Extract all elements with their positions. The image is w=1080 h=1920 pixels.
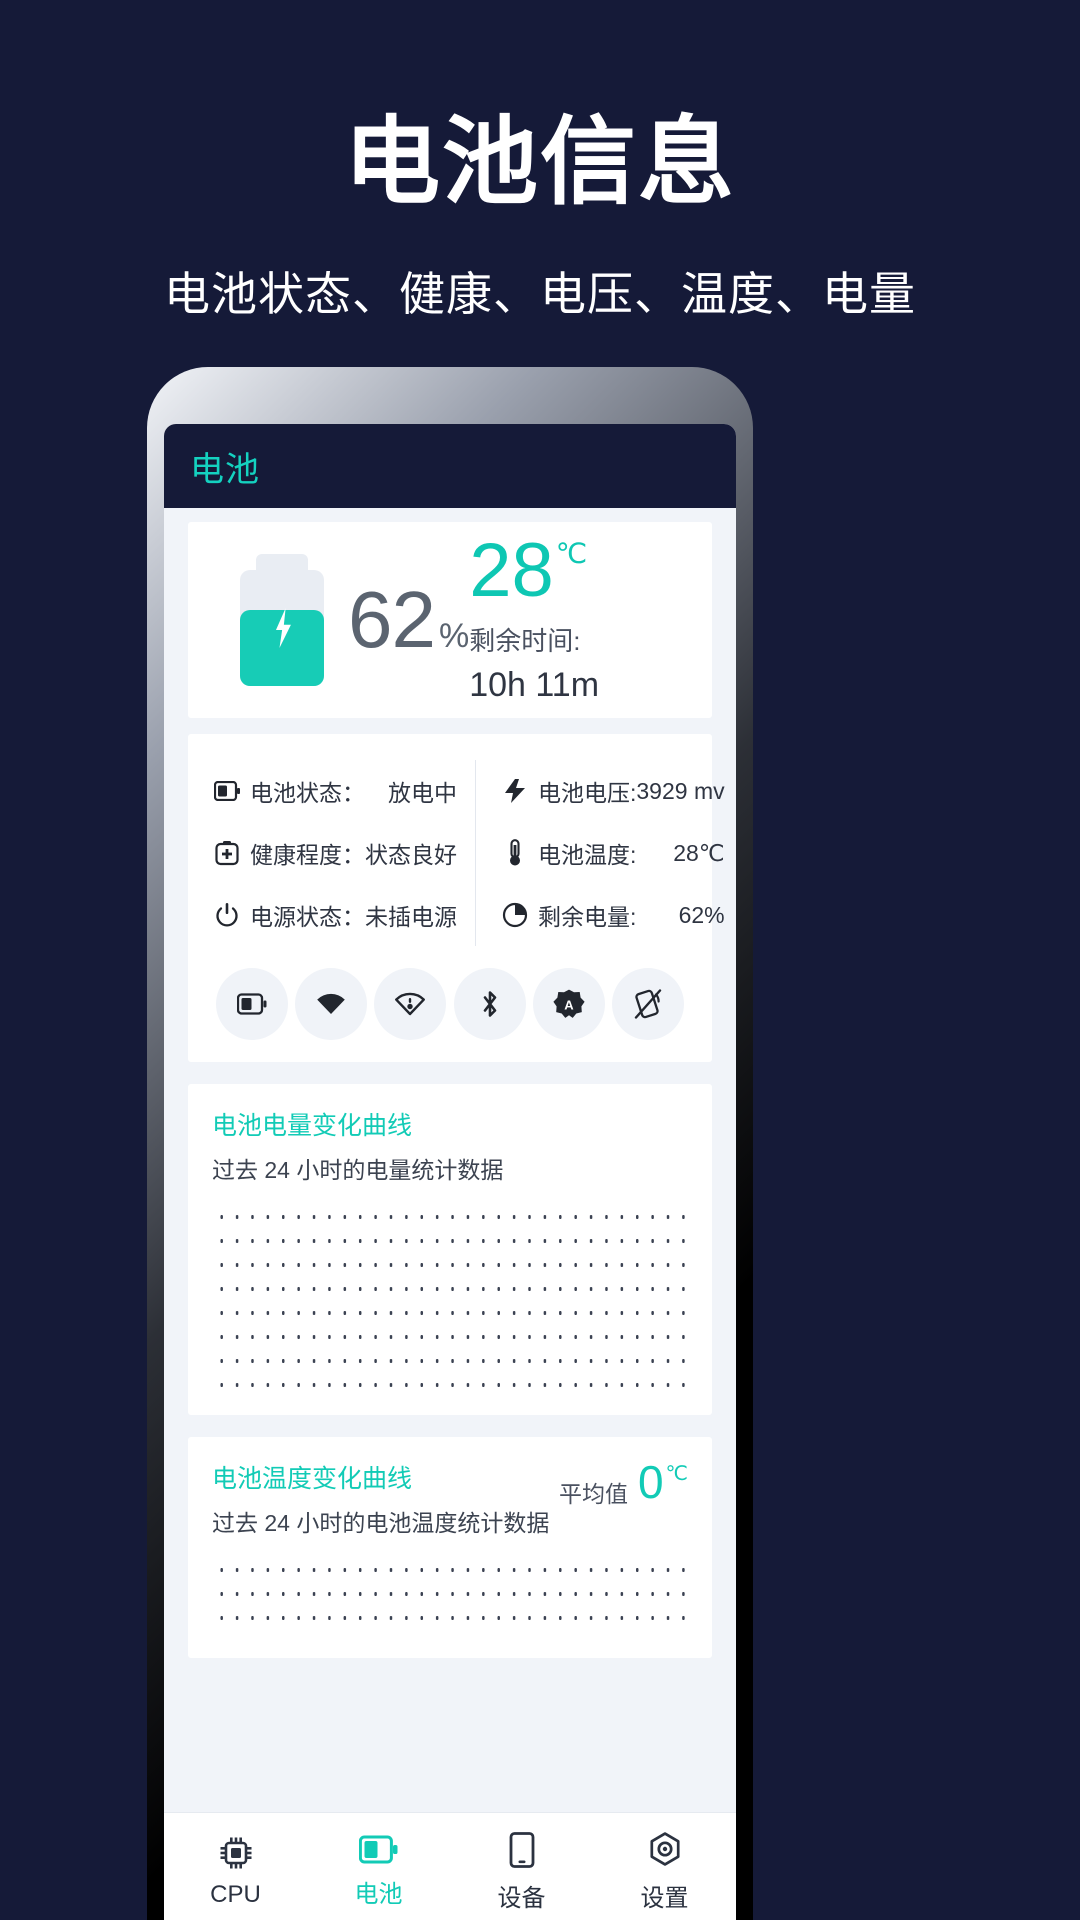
page-subtitle: 电池状态、健康、电压、温度、电量: [164, 268, 916, 320]
settings-icon: [646, 1831, 684, 1869]
average-label: 平均值: [558, 1481, 628, 1507]
svg-text:A: A: [564, 998, 574, 1013]
battery-temperature-plot: [212, 1554, 688, 1640]
chart-title: 电池电量变化曲线: [212, 1112, 413, 1140]
detail-row: 电池温度: 28℃: [498, 822, 725, 884]
temperature-value: 28: [469, 527, 554, 613]
phone-mockup: 电池 62 % 28 ℃ 剩余时间: 10h 11m 电池状态： 放电中 健康程…: [147, 367, 753, 1920]
thermometer-icon: [498, 838, 532, 868]
page-title: 电池信息: [344, 109, 736, 216]
nav-label: CPU: [210, 1881, 261, 1908]
battery-percent-symbol: %: [438, 617, 470, 655]
battery-icon: [358, 1835, 399, 1865]
rotation-lock-toggle[interactable]: [611, 968, 684, 1040]
battery-temperature-chart-card: 电池温度变化曲线 过去 24 小时的电池温度统计数据 平均值 0 ℃: [188, 1437, 712, 1658]
detail-row: 健康程度： 状态良好: [210, 822, 457, 884]
average-unit: ℃: [665, 1463, 688, 1485]
detail-value: 未插电源: [365, 904, 457, 930]
remaining-time-value: 10h 11m: [469, 666, 600, 705]
detail-label: 电池温度:: [538, 842, 637, 868]
quick-toggles-row: A: [210, 968, 690, 1040]
health-icon: [210, 838, 244, 868]
detail-column-left: 电池状态： 放电中 健康程度： 状态良好 电源状态： 未插电源: [210, 760, 476, 946]
hotspot-toggle[interactable]: [374, 968, 447, 1040]
nav-item-device[interactable]: 设备: [450, 1813, 593, 1920]
detail-row: 电池状态： 放电中: [210, 760, 457, 822]
promo-page: 电池信息 电池状态、健康、电压、温度、电量 电池 62 % 28 ℃ 剩余时间:…: [0, 0, 1080, 1920]
phone-screen: 电池 62 % 28 ℃ 剩余时间: 10h 11m 电池状态： 放电中 健康程…: [164, 424, 736, 1920]
nav-label: 设备: [497, 1884, 546, 1912]
battery-level-chart-card: 电池电量变化曲线 过去 24 小时的电量统计数据: [188, 1084, 712, 1415]
app-header-title: 电池: [190, 450, 260, 489]
power-icon: [210, 900, 244, 930]
battery-percent-value: 62: [348, 575, 436, 664]
cpu-icon: [217, 1834, 255, 1872]
wifi-toggle[interactable]: [295, 968, 368, 1040]
detail-column-right: 电池电压: 3929 mv 电池温度: 28℃ 剩余电量: 62%: [476, 760, 725, 946]
battery-level-icon: [240, 554, 324, 686]
temperature-unit: ℃: [555, 537, 588, 569]
bottom-navigation: CPU 电池 设备 设置: [164, 1812, 736, 1920]
detail-label: 健康程度：: [250, 842, 365, 868]
chart-subtitle: 过去 24 小时的电池温度统计数据: [212, 1510, 550, 1536]
detail-value: 62%: [678, 901, 725, 928]
battery-summary-card: 62 % 28 ℃ 剩余时间: 10h 11m: [188, 522, 712, 718]
chart-subtitle: 过去 24 小时的电量统计数据: [212, 1157, 504, 1183]
battery-level-plot: [212, 1201, 688, 1397]
average-value: 0: [637, 1456, 664, 1508]
detail-value: 3929 mv: [636, 777, 725, 804]
detail-label: 剩余电量:: [538, 904, 637, 930]
average-temperature-display: 平均值 0 ℃: [559, 1459, 688, 1509]
device-icon: [507, 1831, 537, 1869]
detail-label: 电池状态：: [250, 780, 365, 806]
detail-row: 电源状态： 未插电源: [210, 884, 457, 946]
battery-detail-card: 电池状态： 放电中 健康程度： 状态良好 电源状态： 未插电源 电池电压: 39…: [188, 734, 725, 1062]
detail-value: 放电中: [388, 780, 457, 806]
detail-value: 28℃: [673, 839, 725, 866]
app-content: 62 % 28 ℃ 剩余时间: 10h 11m 电池状态： 放电中 健康程度： …: [164, 522, 736, 1920]
nav-item-battery[interactable]: 电池: [307, 1813, 450, 1920]
voltage-icon: [498, 776, 532, 806]
battery-status-icon: [210, 776, 244, 806]
auto-brightness-toggle[interactable]: A: [532, 968, 605, 1040]
pie-icon: [498, 900, 532, 930]
nav-item-settings[interactable]: 设置: [593, 1813, 736, 1920]
detail-value: 状态良好: [365, 842, 457, 868]
bluetooth-toggle[interactable]: [453, 968, 526, 1040]
detail-label: 电池电压:: [538, 780, 637, 806]
nav-label: 设置: [640, 1884, 689, 1912]
temperature-block: 28 ℃ 剩余时间: 10h 11m: [469, 527, 678, 705]
remaining-time-label: 剩余时间:: [469, 626, 581, 657]
detail-row: 剩余电量: 62%: [498, 884, 725, 946]
nav-item-cpu[interactable]: CPU: [164, 1813, 307, 1920]
app-header: 电池: [164, 424, 736, 508]
detail-label: 电源状态：: [250, 904, 365, 930]
detail-row: 电池电压: 3929 mv: [498, 760, 725, 822]
nav-label: 电池: [354, 1880, 403, 1908]
battery-percent-display: 62 %: [348, 574, 469, 666]
battery-saver-toggle[interactable]: [216, 968, 288, 1040]
chart-title: 电池温度变化曲线: [212, 1465, 413, 1493]
